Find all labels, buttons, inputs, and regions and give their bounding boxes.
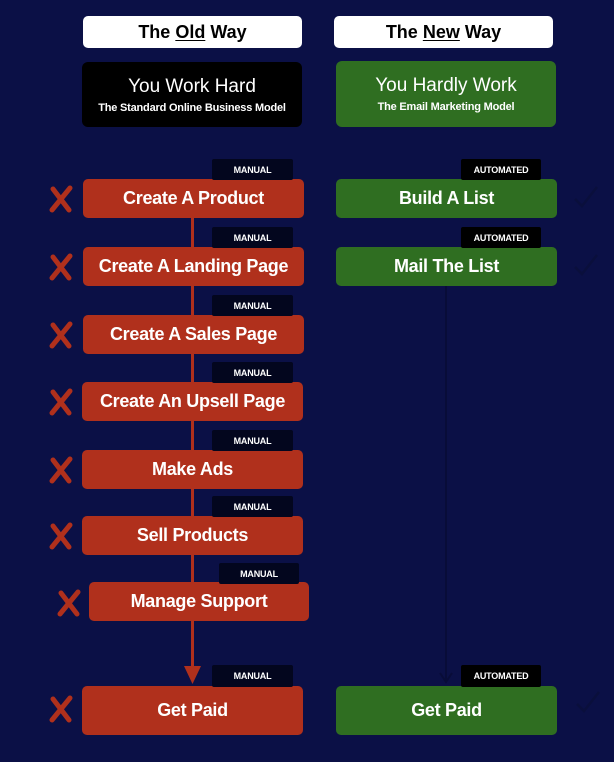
x-mark-icon <box>49 522 73 550</box>
x-mark-icon <box>57 589 81 617</box>
automated-tag: AUTOMATED <box>461 665 541 687</box>
new-way-step: Mail The List <box>336 247 557 286</box>
new-way-step: Build A List <box>336 179 557 218</box>
check-mark-icon <box>574 254 598 276</box>
manual-tag: MANUAL <box>212 227 293 248</box>
old-way-header-suffix: Way <box>205 21 247 42</box>
x-mark-icon <box>49 253 73 281</box>
x-mark-icon <box>49 185 73 213</box>
old-way-model-subtitle: The Standard Online Business Model <box>98 101 286 114</box>
manual-tag: MANUAL <box>212 362 293 383</box>
manual-tag: MANUAL <box>212 159 293 180</box>
manual-tag: MANUAL <box>212 295 293 316</box>
manual-tag: MANUAL <box>219 563 299 584</box>
old-way-header-emphasis: Old <box>175 21 206 42</box>
x-mark-icon <box>49 695 73 723</box>
new-way-model-title: You Hardly Work <box>375 75 517 96</box>
old-way-step: Make Ads <box>82 450 303 489</box>
old-way-step: Create A Landing Page <box>83 247 304 286</box>
old-way-step: Create An Upsell Page <box>82 382 303 421</box>
manual-tag: MANUAL <box>212 430 293 451</box>
x-mark-icon <box>49 321 73 349</box>
new-way-step: Get Paid <box>336 686 557 735</box>
manual-tag: MANUAL <box>212 496 293 517</box>
old-way-model-title: You Work Hard <box>128 75 256 97</box>
new-way-flow-line <box>445 285 447 680</box>
check-mark-icon <box>574 186 598 208</box>
new-way-flow-arrowhead-icon <box>439 672 453 684</box>
x-mark-icon <box>49 388 73 416</box>
manual-tag: MANUAL <box>212 665 293 687</box>
check-mark-icon <box>576 691 600 713</box>
old-way-header-prefix: The <box>138 21 176 42</box>
new-way-model-subtitle: The Email Marketing Model <box>377 101 515 113</box>
old-way-step: Get Paid <box>82 686 303 735</box>
new-way-header: The New Way <box>334 16 553 48</box>
automated-tag: AUTOMATED <box>461 159 541 180</box>
x-mark-icon <box>49 456 73 484</box>
old-way-step: Manage Support <box>89 582 309 621</box>
automated-tag: AUTOMATED <box>461 227 541 248</box>
old-way-step: Create A Product <box>83 179 304 218</box>
old-way-flow-arrowhead-icon <box>184 666 201 684</box>
new-way-header-emphasis: New <box>422 21 460 42</box>
old-way-step: Create A Sales Page <box>83 315 304 354</box>
new-way-model-box: You Hardly Work The Email Marketing Mode… <box>336 61 556 127</box>
new-way-header-suffix: Way <box>459 21 502 42</box>
new-way-header-prefix: The <box>385 21 423 42</box>
old-way-step: Sell Products <box>82 516 303 555</box>
old-way-model-box: You Work Hard The Standard Online Busine… <box>82 62 302 127</box>
old-way-header: The Old Way <box>83 16 302 48</box>
